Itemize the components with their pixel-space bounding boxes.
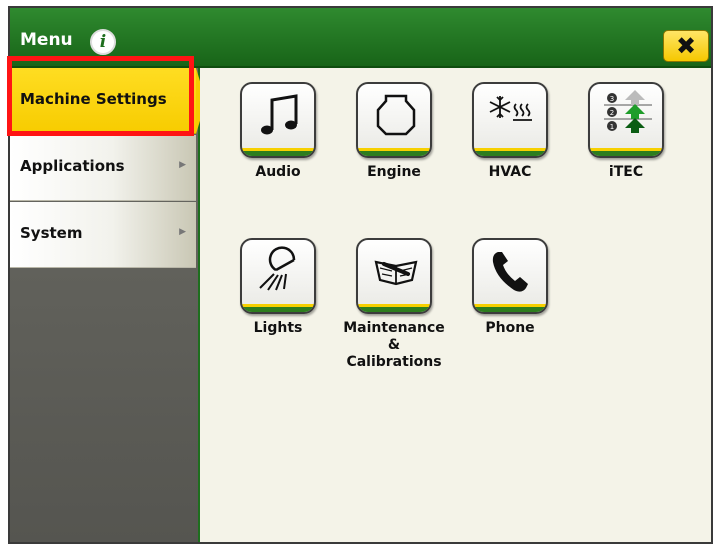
tile-maintenance-calibrations[interactable]: Maintenance & Calibrations	[339, 238, 449, 371]
tile-accent	[474, 304, 546, 312]
itec-button[interactable]: 3 2 1	[588, 82, 664, 158]
lights-button[interactable]	[240, 238, 316, 314]
tile-label: iTEC	[608, 164, 644, 180]
tile-accent	[242, 148, 314, 156]
highlight-box	[7, 56, 194, 136]
tile-engine[interactable]: Engine	[344, 82, 444, 181]
main-content: Audio Engine HVAC 3 2 1 iTEC Lights Main…	[200, 68, 711, 542]
hvac-button[interactable]	[472, 82, 548, 158]
tile-label: Maintenance & Calibrations	[343, 320, 445, 370]
maintenance-book-icon	[374, 260, 418, 286]
tile-label: Audio	[255, 164, 301, 180]
tile-accent	[474, 148, 546, 156]
svg-text:3: 3	[610, 95, 614, 103]
close-button[interactable]: ✖	[663, 30, 709, 62]
itec-icon: 3 2 1	[604, 90, 652, 133]
sidebar: Machine Settings Applications ▶ System ▶	[10, 68, 206, 542]
tile-label: Lights	[253, 320, 303, 336]
tile-label: Phone	[485, 320, 535, 336]
sidebar-item-applications[interactable]: Applications ▶	[10, 135, 196, 201]
sidebar-item-system[interactable]: System ▶	[10, 202, 196, 268]
audio-button[interactable]	[240, 82, 316, 158]
tile-accent	[590, 148, 662, 156]
tile-itec[interactable]: 3 2 1 iTEC	[576, 82, 676, 181]
tile-accent	[358, 304, 430, 312]
svg-text:2: 2	[610, 109, 614, 117]
menu-title: Menu	[20, 30, 73, 50]
tile-hvac[interactable]: HVAC	[460, 82, 560, 181]
phone-button[interactable]	[472, 238, 548, 314]
chevron-right-icon: ▶	[179, 227, 186, 237]
info-icon[interactable]: i	[90, 29, 116, 55]
tile-label: Engine	[367, 164, 421, 180]
sidebar-item-label: System	[20, 224, 83, 242]
chevron-right-icon: ▶	[179, 160, 186, 170]
engine-icon	[376, 94, 416, 136]
hvac-icon	[489, 96, 532, 121]
tile-audio[interactable]: Audio	[228, 82, 328, 181]
screen: Menu i ✖ Machine Settings Applications ▶…	[0, 0, 713, 544]
light-icon	[259, 246, 296, 291]
engine-button[interactable]	[356, 82, 432, 158]
tile-phone[interactable]: Phone	[460, 238, 560, 337]
sidebar-item-label: Applications	[20, 157, 125, 175]
svg-text:1: 1	[610, 123, 614, 131]
tile-accent	[242, 304, 314, 312]
tile-label: HVAC	[488, 164, 532, 180]
music-note-icon	[261, 94, 298, 135]
maintenance-calibrations-button[interactable]	[356, 238, 432, 314]
tile-accent	[358, 148, 430, 156]
phone-icon	[492, 252, 528, 292]
tile-lights[interactable]: Lights	[228, 238, 328, 337]
